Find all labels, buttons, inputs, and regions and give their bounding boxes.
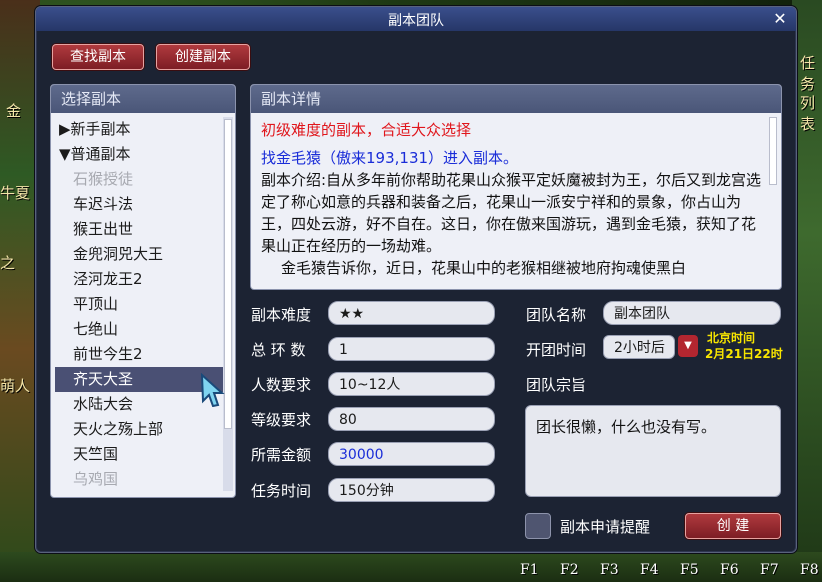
close-icon[interactable]: ✕ (770, 9, 790, 29)
chevron-down-icon[interactable]: ▼ (678, 335, 698, 357)
money-field: 30000 (328, 442, 495, 466)
team-motto-textarea[interactable]: 团长很懒，什么也没有写。 (525, 405, 781, 497)
hotkey-row: F1 F2 F3 F4 F5 F6 F7 F8 (520, 562, 822, 578)
level-label: 等级要求 (251, 411, 312, 429)
hotkey-f8[interactable]: F8 (800, 562, 822, 578)
list-item-label: 普通副本 (70, 145, 131, 163)
list-item[interactable]: 前世今生2 (55, 342, 223, 367)
hotkey-f6[interactable]: F6 (720, 562, 760, 578)
motto-label: 团队宗旨 (526, 376, 587, 394)
list-item[interactable]: 车迟斗法 (55, 192, 223, 217)
time-label: 任务时间 (251, 482, 312, 500)
difficulty-description: 初级难度的副本，合适大众选择 (261, 121, 472, 139)
mouse-cursor-icon (200, 373, 225, 407)
dungeon-detail-text: 初级难度的副本，合适大众选择 找金毛猿（傲来193,131）进入副本。 副本介绍… (261, 119, 766, 279)
dungeon-detail-header: 副本详情 (251, 85, 781, 113)
triangle-right-icon: ▶ (59, 120, 71, 138)
window-titlebar[interactable]: 副本团队 ✕ (36, 7, 796, 31)
people-label: 人数要求 (251, 376, 312, 394)
hotkey-f7[interactable]: F7 (760, 562, 800, 578)
list-item[interactable]: 猴王出世 (55, 217, 223, 242)
hotkey-f1[interactable]: F1 (520, 562, 560, 578)
list-item[interactable]: 七绝山 (55, 317, 223, 342)
list-item: 乌鸡国 (73, 470, 119, 488)
dungeon-list: ▶新手副本 ▼普通副本 石猴授徒 车迟斗法 猴王出世 金兜洞兕大王 泾河龙王2 … (55, 117, 223, 492)
list-item[interactable]: 泾河龙王2 (55, 267, 223, 292)
bg-text: 牛夏 (0, 184, 31, 202)
hotkey-f4[interactable]: F4 (640, 562, 680, 578)
dungeon-intro: 副本介绍:自从多年前你帮助花果山众猴平定妖魔被封为王，尔后又到龙宫选定了称心如意… (261, 171, 762, 255)
beijing-time-value: 2月21日22时 (705, 347, 783, 361)
time-field: 150分钟 (328, 478, 495, 502)
list-item[interactable]: 天竺国 (55, 442, 223, 467)
list-group-newbie[interactable]: ▶新手副本 (55, 117, 223, 142)
level-field: 80 (328, 407, 495, 431)
reminder-checkbox[interactable] (525, 513, 551, 539)
game-background-left (0, 0, 40, 582)
difficulty-label: 副本难度 (251, 306, 312, 324)
list-group-normal[interactable]: ▼普通副本 (55, 142, 223, 167)
hotkey-f3[interactable]: F3 (600, 562, 640, 578)
difficulty-field: ★★ (328, 301, 495, 325)
hotkey-f5[interactable]: F5 (680, 562, 720, 578)
rounds-label: 总 环 数 (251, 341, 306, 359)
money-label: 所需金额 (251, 446, 312, 464)
detail-scrollbar-thumb[interactable] (769, 117, 777, 185)
bg-text: 之 (0, 254, 16, 272)
dungeon-intro-continued: 金毛猿告诉你，近日，花果山中的老猴相继被地府拘魂使黑白 (281, 259, 687, 277)
list-item: 石猴授徒 (73, 170, 134, 188)
create-button[interactable]: 创 建 (685, 513, 781, 539)
list-item-selected[interactable]: 齐天大圣 (55, 367, 223, 392)
team-name-input[interactable]: 副本团队 (603, 301, 781, 325)
beijing-time-display: 北京时间 2月21日22时 (705, 330, 783, 362)
window-title: 副本团队 (388, 13, 444, 29)
bg-text: 萌人 (0, 377, 31, 395)
bg-text: 金 (6, 102, 22, 120)
dungeon-detail-panel: 副本详情 初级难度的副本，合适大众选择 找金毛猿（傲来193,131）进入副本。… (250, 84, 782, 290)
list-item-label: 新手副本 (70, 120, 131, 138)
rounds-field: 1 (328, 337, 495, 361)
dungeon-list-panel: 选择副本 ▶新手副本 ▼普通副本 石猴授徒 车迟斗法 猴王出世 金兜洞兕大王 泾… (50, 84, 236, 498)
reminder-label: 副本申请提醒 (560, 518, 651, 536)
triangle-down-icon: ▼ (59, 145, 71, 163)
find-dungeon-button[interactable]: 查找副本 (52, 44, 144, 70)
list-item[interactable]: 天火之殇上部 (55, 417, 223, 442)
hotkey-f2[interactable]: F2 (560, 562, 600, 578)
people-field: 10~12人 (328, 372, 495, 396)
list-item[interactable]: 水陆大会 (55, 392, 223, 417)
beijing-time-label: 北京时间 (707, 331, 756, 345)
open-time-select[interactable]: 2小时后 (603, 335, 675, 359)
dungeon-list-header: 选择副本 (51, 85, 235, 113)
team-name-label: 团队名称 (526, 306, 587, 324)
open-time-label: 开团时间 (526, 341, 587, 359)
list-item[interactable]: 金兜洞兕大王 (55, 242, 223, 267)
list-item[interactable]: 平顶山 (55, 292, 223, 317)
task-list-text[interactable]: 列表 (800, 92, 822, 134)
create-dungeon-button[interactable]: 创建副本 (156, 44, 250, 70)
location-hint-link[interactable]: 找金毛猿（傲来193,131）进入副本。 (261, 147, 766, 169)
task-list-text[interactable]: 任务 (800, 52, 822, 94)
